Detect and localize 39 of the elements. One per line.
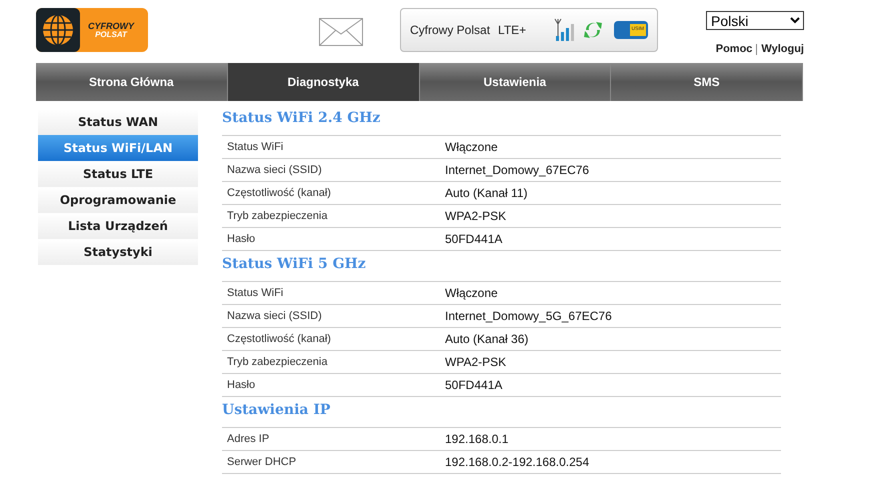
field-label: Status WiFi <box>226 286 284 301</box>
operator-name: Cyfrowy Polsat <box>410 22 490 39</box>
field-label: Tryb zabezpieczenia <box>226 354 328 370</box>
field-value: Włączone <box>445 285 498 302</box>
field-label: Adres IP <box>226 432 270 447</box>
field-value: Internet_Domowy_5G_67EC76 <box>445 308 612 325</box>
field-value: Internet_Domowy_67EC76 <box>445 162 590 179</box>
field-value: WPA2-PSK <box>445 208 506 225</box>
section-title: Status WiFi 5 GHz <box>222 255 367 273</box>
language-select[interactable]: Polski <box>706 11 804 30</box>
logo-text: CYFROWY <box>88 22 134 30</box>
field-value: 50FD441A <box>445 377 502 394</box>
nav-tab[interactable]: Diagnostyka <box>228 63 420 101</box>
field-value: WPA2-PSK <box>445 354 506 371</box>
network-type: LTE+ <box>498 22 526 39</box>
field-value: Auto (Kanał 11) <box>445 185 528 202</box>
field-label: Częstotliwość (kanał) <box>226 332 332 347</box>
field-label: Tryb zabezpieczenia <box>226 208 328 224</box>
field-label: Nazwa sieci (SSID) <box>226 162 323 178</box>
field-value: 192.168.0.1 <box>445 431 508 448</box>
nav-tab[interactable]: Ustawienia <box>420 63 612 101</box>
nav-tab[interactable]: SMS <box>611 63 803 101</box>
field-value: 50FD441A <box>445 231 502 248</box>
field-label: Serwer DHCP <box>226 454 298 470</box>
field-value: 192.168.0.2-192.168.0.254 <box>445 454 590 471</box>
field-label: Częstotliwość (kanał) <box>226 186 332 201</box>
field-label: Hasło <box>226 378 256 393</box>
section-title: Ustawienia IP <box>222 401 332 419</box>
logo-text: POLSAT <box>95 30 127 38</box>
header-link[interactable]: Wyloguj <box>761 41 804 58</box>
field-label: Hasło <box>226 232 256 247</box>
field-value: Włączone <box>445 139 498 156</box>
field-label: Nazwa sieci (SSID) <box>226 308 323 324</box>
section-title: Status WiFi 2.4 GHz <box>222 109 382 127</box>
sidebar-item[interactable]: Status WiFi/LAN <box>38 135 198 161</box>
field-value: Auto (Kanał 36) <box>445 331 528 348</box>
nav-tab[interactable]: Strona Główna <box>36 63 228 101</box>
field-label: Status WiFi <box>226 140 284 155</box>
header-link[interactable]: Pomoc <box>716 41 752 58</box>
